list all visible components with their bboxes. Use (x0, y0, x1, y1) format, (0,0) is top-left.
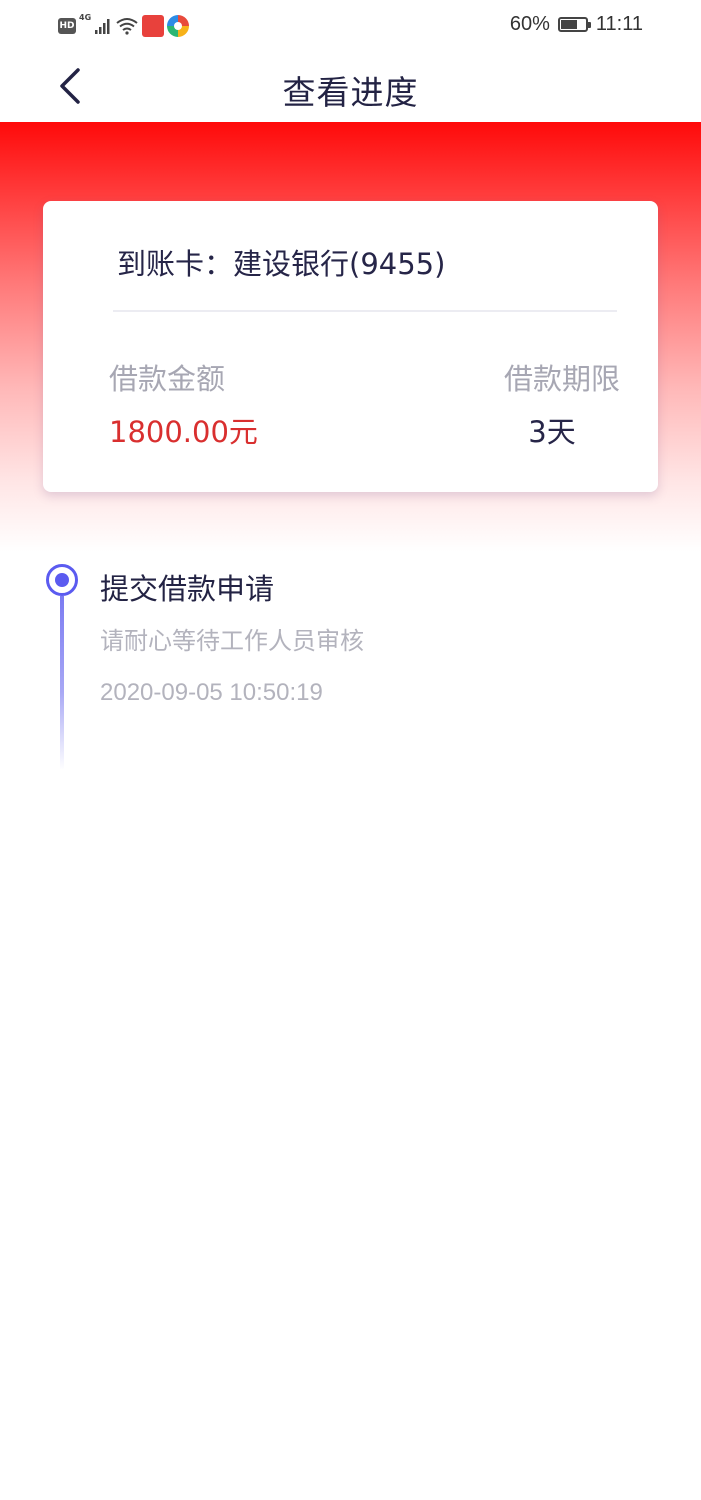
step-title: 提交借款申请 (100, 572, 275, 606)
step-timestamp: 2020-09-05 10:50:19 (100, 679, 323, 706)
app-notification-icon-2 (167, 15, 190, 37)
timeline-node-icon (46, 564, 78, 596)
battery-percent: 60% (509, 13, 550, 35)
status-right: 60% 11:11 (510, 13, 643, 36)
loan-term-value: 3天 (528, 415, 576, 449)
status-bar: HD 4G 60% 11:11 (0, 0, 701, 52)
receiving-card-label: 到账卡： (117, 247, 234, 281)
app-notification-icon (142, 15, 165, 37)
wifi-icon (116, 18, 138, 35)
loan-amount-label: 借款金额 (109, 362, 226, 396)
receiving-card-value: 建设银行(9455) (233, 247, 446, 281)
loan-term-label: 借款期限 (503, 362, 620, 396)
loan-amount-value: 1800.00元 (109, 415, 258, 449)
hd-icon: HD (58, 18, 76, 34)
clock: 11:11 (595, 13, 643, 35)
page-title: 查看进度 (282, 73, 419, 112)
loan-info-card: 到账卡：建设银行(9455) 借款金额 1800.00元 借款期限 3天 (43, 201, 658, 492)
card-divider (113, 310, 617, 312)
timeline-line (60, 596, 64, 770)
step-description: 请耐心等待工作人员审核 (100, 627, 364, 655)
receiving-card: 到账卡：建设银行(9455) (117, 241, 445, 283)
nav-bar: 查看进度 (0, 52, 701, 122)
battery-icon (557, 17, 591, 32)
status-left-icons: HD 4G (58, 13, 190, 37)
network-type-label: 4G (79, 13, 92, 22)
battery-level-fill (560, 20, 577, 29)
signal-icon (95, 19, 110, 34)
